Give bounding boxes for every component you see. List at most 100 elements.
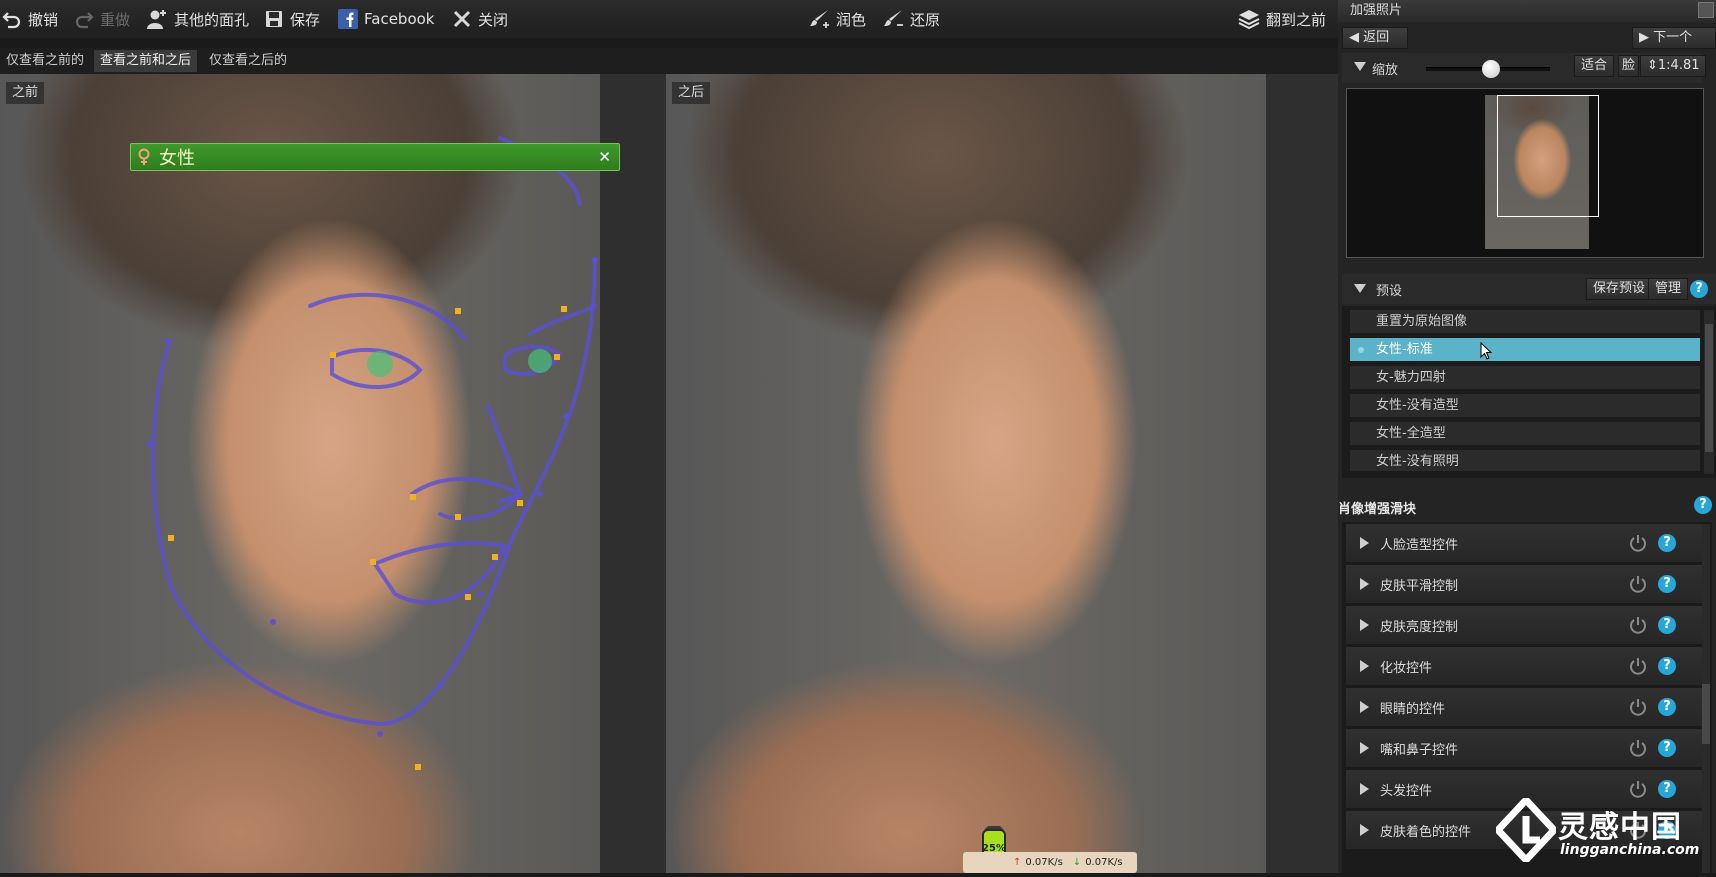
slider-help-icon[interactable]: ? (1658, 616, 1676, 634)
preset-item[interactable]: 重置为原始图像 (1350, 310, 1700, 334)
slider-group-label: 皮肤平滑控制 (1380, 579, 1459, 594)
add-face-icon (147, 10, 166, 29)
slider-group-row[interactable]: 眼睛的控件? (1346, 688, 1704, 727)
back-label: 返回 (1363, 30, 1390, 45)
slider-help-icon[interactable]: ? (1658, 534, 1676, 552)
slider-group-row[interactable]: 人脸造型控件? (1346, 524, 1704, 563)
slider-help-icon[interactable]: ? (1658, 657, 1676, 675)
expand-arrow-icon[interactable] (1360, 537, 1369, 549)
power-toggle-icon[interactable] (1628, 533, 1648, 553)
expand-arrow-icon[interactable] (1360, 578, 1369, 590)
tab-after-only[interactable]: 仅查看之后的 (203, 50, 293, 72)
zoom-ratio-value: 1:4.81 (1657, 58, 1700, 73)
watermark-url: lingganchina.com (1560, 842, 1700, 858)
preset-item[interactable]: 女性-全造型 (1350, 422, 1700, 446)
sliders-label: 肖像增强滑块 (1338, 502, 1417, 517)
power-toggle-icon[interactable] (1628, 738, 1648, 758)
close-button[interactable]: 关闭 (452, 6, 508, 32)
upload-arrow-icon: ↑ (1013, 857, 1022, 868)
ratio-stepper-icon[interactable]: ⇕ (1647, 58, 1658, 73)
sliders-scroll-thumb[interactable] (1702, 684, 1710, 744)
presets-help-icon[interactable]: ? (1690, 280, 1708, 298)
expand-arrow-icon[interactable] (1360, 701, 1369, 713)
tab-before-only[interactable]: 仅查看之前的 (0, 50, 90, 72)
undo-button[interactable]: 撤销 (2, 6, 58, 32)
next-label: 下一个 (1653, 30, 1693, 45)
undo-icon (2, 12, 21, 29)
fit-button[interactable]: 适合 (1574, 55, 1615, 77)
restore-button[interactable]: 还原 (882, 6, 940, 32)
view-mode-tabs: 仅查看之前的 查看之前和之后 仅查看之后的 (0, 48, 1338, 74)
navigator-preview[interactable] (1346, 88, 1704, 258)
back-button[interactable]: ◀ 返回 (1342, 27, 1408, 49)
gender-close-icon[interactable]: ✕ (598, 148, 611, 166)
expand-arrow-icon[interactable] (1360, 619, 1369, 631)
next-button[interactable]: ▶ 下一个 (1632, 27, 1716, 49)
other-faces-button[interactable]: 其他的面孔 (146, 6, 249, 32)
enhance-panel: 加强照片 ◀ 返回 ▶ 下一个 缩放 适合 脸 ⇕1:4.81 预设 保存预设 … (1338, 0, 1716, 873)
expand-arrow-icon[interactable] (1360, 742, 1369, 754)
save-preset-button[interactable]: 保存预设 (1586, 278, 1653, 300)
download-speed: 0.07K/s (1085, 857, 1123, 868)
panel-title: 加强照片 (1350, 3, 1403, 18)
zoom-ratio-field[interactable]: ⇕1:4.81 (1640, 55, 1706, 77)
power-toggle-icon[interactable] (1628, 656, 1648, 676)
slider-group-label: 皮肤亮度控制 (1380, 620, 1459, 635)
sliders-header: 肖像增强滑块 ? (1338, 494, 1716, 518)
other-faces-label: 其他的面孔 (174, 10, 250, 29)
slider-help-icon[interactable]: ? (1658, 698, 1676, 716)
zoom-slider-track[interactable] (1426, 60, 1550, 78)
zoom-slider-thumb[interactable] (1481, 60, 1500, 78)
slider-help-icon[interactable]: ? (1658, 575, 1676, 593)
power-toggle-icon[interactable] (1628, 574, 1648, 594)
facebook-icon (338, 9, 358, 29)
preset-item[interactable]: 女-魅力四射 (1350, 366, 1700, 390)
preset-item-selected[interactable]: 女性-标准 (1350, 338, 1700, 362)
redo-button[interactable]: 重做 (74, 6, 130, 32)
power-toggle-icon[interactable] (1628, 779, 1648, 799)
panel-restore-icon[interactable] (1698, 2, 1714, 18)
slider-group-label: 皮肤着色的控件 (1380, 825, 1472, 840)
gender-tag-bar[interactable]: 女性 ✕ (130, 143, 620, 171)
expand-arrow-icon[interactable] (1360, 660, 1369, 672)
slider-group-row[interactable]: 嘴和鼻子控件? (1346, 729, 1704, 768)
slider-group-label: 嘴和鼻子控件 (1380, 743, 1459, 758)
before-photo[interactable]: 之前 (0, 74, 600, 873)
zoom-label: 缩放 (1372, 63, 1399, 78)
slider-help-icon[interactable]: ? (1658, 780, 1676, 798)
slider-group-label: 眼睛的控件 (1380, 702, 1446, 717)
power-toggle-icon[interactable] (1628, 615, 1648, 635)
canvas-divider (600, 74, 666, 873)
expand-arrow-icon[interactable] (1360, 824, 1369, 836)
tab-before-and-after[interactable]: 查看之前和之后 (94, 50, 198, 72)
image-canvas: 之前 之后 25% ↑ 0.07K/s ↓ 0.07K/s (0, 74, 1338, 873)
save-button[interactable]: 保存 (264, 6, 320, 32)
face-button[interactable]: 脸 (1618, 55, 1640, 77)
preset-item[interactable]: 女性-没有照明 (1350, 450, 1700, 472)
presets-label: 预设 (1376, 284, 1403, 299)
slider-group-row[interactable]: 皮肤平滑控制? (1346, 565, 1704, 604)
close-icon (453, 10, 471, 28)
upload-speed: 0.07K/s (1025, 857, 1063, 868)
sliders-help-icon[interactable]: ? (1694, 496, 1712, 514)
presets-scrollbar[interactable] (1704, 310, 1714, 474)
mouse-cursor-icon (1480, 342, 1492, 360)
zoom-collapse-icon[interactable] (1354, 62, 1366, 71)
power-toggle-icon[interactable] (1628, 697, 1648, 717)
navigator-viewport-box[interactable] (1497, 95, 1599, 217)
face-landmark-overlay[interactable] (0, 74, 600, 873)
retouch-button[interactable]: 润色 (808, 6, 866, 32)
manage-presets-button[interactable]: 管理 (1648, 278, 1689, 300)
expand-arrow-icon[interactable] (1360, 783, 1369, 795)
preset-item[interactable]: 女性-没有造型 (1350, 394, 1700, 418)
slider-group-row[interactable]: 化妆控件? (1346, 647, 1704, 686)
facebook-button[interactable]: Facebook (338, 6, 434, 32)
after-photo[interactable]: 之后 (666, 74, 1266, 873)
presets-scroll-thumb[interactable] (1705, 324, 1713, 452)
back-arrow-icon: ◀ (1349, 30, 1359, 45)
slider-help-icon[interactable]: ? (1658, 739, 1676, 757)
presets-header: 预设 保存预设 管理 ? (1342, 274, 1716, 304)
flip-to-before-button[interactable]: 翻到之前 (1238, 6, 1326, 32)
slider-group-row[interactable]: 皮肤亮度控制? (1346, 606, 1704, 645)
presets-collapse-icon[interactable] (1354, 284, 1366, 293)
